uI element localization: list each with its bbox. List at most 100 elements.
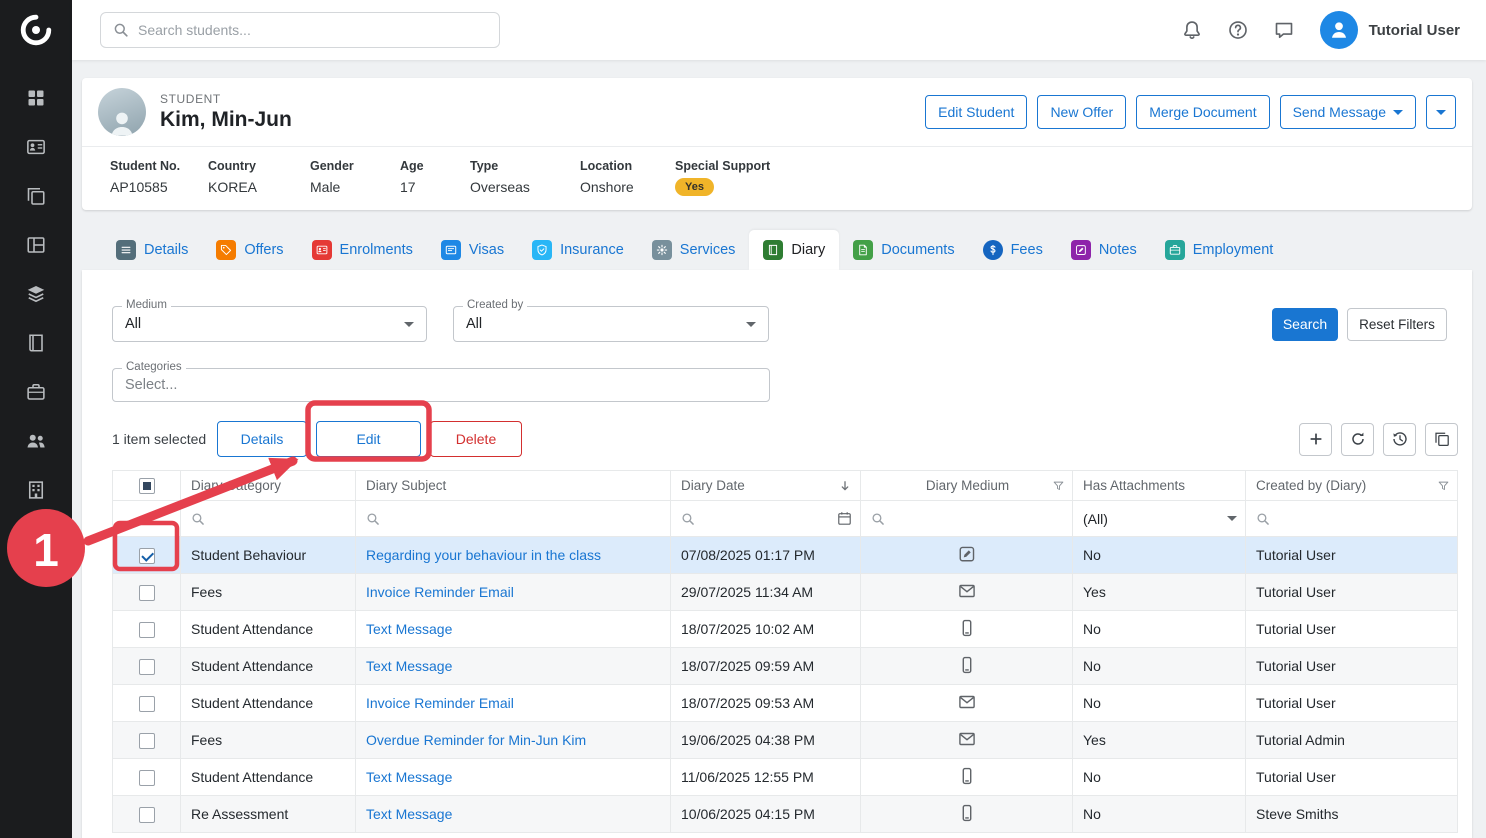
diary-subject-link[interactable]: Invoice Reminder Email [366, 584, 514, 600]
filter-funnel-icon[interactable] [1052, 479, 1065, 492]
topbar-actions: Tutorial User [1182, 11, 1460, 49]
attachments-filter-value: (All) [1083, 511, 1108, 527]
table-row[interactable]: Student BehaviourRegarding your behaviou… [113, 537, 1458, 574]
filter-funnel-icon[interactable] [1437, 479, 1450, 492]
diary-subject-link[interactable]: Text Message [366, 769, 452, 785]
history-icon [1392, 431, 1408, 447]
search-button[interactable]: Search [1272, 308, 1338, 341]
row-checkbox[interactable] [139, 585, 155, 601]
diary-subject-link[interactable]: Invoice Reminder Email [366, 695, 514, 711]
diary-subject-link[interactable]: Regarding your behaviour in the class [366, 547, 601, 563]
medium-select[interactable]: Medium All [112, 306, 427, 342]
info-value: Overseas [470, 179, 580, 195]
search-input[interactable] [138, 22, 487, 38]
row-checkbox[interactable] [139, 807, 155, 823]
tab-diary[interactable]: Diary [749, 230, 839, 270]
table-row[interactable]: Student AttendanceText Message18/07/2025… [113, 611, 1458, 648]
tab-notes[interactable]: Notes [1057, 230, 1151, 270]
row-checkbox[interactable] [139, 770, 155, 786]
send-message-button[interactable]: Send Message [1280, 95, 1416, 129]
diary-subject-link[interactable]: Text Message [366, 806, 452, 822]
column-header-diary-date[interactable]: Diary Date [671, 471, 861, 501]
categories-select[interactable]: Categories Select... [112, 368, 770, 402]
history-button[interactable] [1383, 423, 1416, 456]
filter-diary-category[interactable] [181, 501, 356, 537]
tab-fees[interactable]: Fees [969, 230, 1057, 270]
tab-services[interactable]: Services [638, 230, 750, 270]
table-row[interactable]: Student AttendanceText Message18/07/2025… [113, 648, 1458, 685]
sidebar-item-courses[interactable] [26, 333, 46, 353]
row-checkbox[interactable] [139, 548, 155, 564]
tab-visas[interactable]: Visas [427, 230, 518, 270]
tab-offers[interactable]: Offers [202, 230, 297, 270]
notifications-icon[interactable] [1182, 20, 1202, 40]
filter-diary-date[interactable] [671, 501, 861, 537]
edit-student-button[interactable]: Edit Student [925, 95, 1027, 129]
row-checkbox[interactable] [139, 622, 155, 638]
select-all-header[interactable] [113, 471, 181, 501]
sidebar-item-offers[interactable] [26, 186, 46, 206]
merge-document-button[interactable]: Merge Document [1136, 95, 1269, 129]
created-by-select[interactable]: Created by All [453, 306, 769, 342]
column-header-diary-category[interactable]: Diary Category [181, 471, 356, 501]
button-label: New Offer [1050, 104, 1113, 120]
table-row[interactable]: FeesInvoice Reminder Email29/07/2025 11:… [113, 574, 1458, 611]
tab-employment[interactable]: Employment [1151, 230, 1288, 270]
column-header-diary-medium[interactable]: Diary Medium [861, 471, 1073, 501]
envelope-icon [958, 730, 976, 748]
new-offer-button[interactable]: New Offer [1037, 95, 1126, 129]
sidebar-item-agents[interactable] [26, 431, 46, 451]
help-icon[interactable] [1228, 20, 1248, 40]
filter-diary-medium[interactable] [861, 501, 1073, 537]
search-icon [113, 22, 129, 38]
table-row[interactable]: Student AttendanceInvoice Reminder Email… [113, 685, 1458, 722]
sidebar-item-services[interactable] [26, 382, 46, 402]
refresh-button[interactable] [1341, 423, 1374, 456]
column-header-created-by[interactable]: Created by (Diary) [1246, 471, 1458, 501]
tab-insurance[interactable]: Insurance [518, 230, 638, 270]
user-name: Tutorial User [1369, 22, 1460, 39]
sidebar-item-classes[interactable] [26, 235, 46, 255]
diary-subject-link[interactable]: Overdue Reminder for Min-Jun Kim [366, 732, 586, 748]
note-icon [958, 545, 976, 563]
table-row[interactable]: Student AttendanceText Message11/06/2025… [113, 759, 1458, 796]
filter-diary-subject[interactable] [356, 501, 671, 537]
add-button[interactable] [1299, 423, 1332, 456]
sidebar-item-dashboard[interactable] [26, 88, 46, 108]
sidebar-item-students[interactable] [26, 137, 46, 157]
calendar-icon[interactable] [837, 511, 852, 526]
tab-enrolments[interactable]: Enrolments [298, 230, 427, 270]
row-checkbox[interactable] [139, 696, 155, 712]
row-checkbox[interactable] [139, 733, 155, 749]
sidebar-item-subjects[interactable] [26, 284, 46, 304]
edit-button[interactable]: Edit [316, 421, 421, 457]
column-header-has-attachments[interactable]: Has Attachments [1073, 471, 1246, 501]
tab-label: Employment [1193, 242, 1274, 258]
table-row[interactable]: FeesOverdue Reminder for Min-Jun Kim19/0… [113, 722, 1458, 759]
app-logo[interactable] [18, 12, 54, 48]
row-checkbox[interactable] [139, 659, 155, 675]
tab-details[interactable]: Details [102, 230, 202, 270]
more-actions-button[interactable] [1426, 95, 1456, 129]
reset-filters-button[interactable]: Reset Filters [1347, 308, 1447, 341]
diary-subject-link[interactable]: Text Message [366, 621, 452, 637]
messages-icon[interactable] [1274, 20, 1294, 40]
created-by-cell: Tutorial Admin [1246, 722, 1458, 759]
user-menu[interactable]: Tutorial User [1320, 11, 1460, 49]
person-icon [107, 109, 137, 136]
diary-subject-link[interactable]: Text Message [366, 658, 452, 674]
table-row[interactable]: Re AssessmentText Message10/06/2025 04:1… [113, 796, 1458, 833]
has-attachments-cell: No [1073, 685, 1246, 722]
column-header-diary-subject[interactable]: Diary Subject [356, 471, 671, 501]
sidebar-item-facilities[interactable] [26, 480, 46, 500]
select-all-checkbox[interactable] [139, 478, 155, 494]
filter-has-attachments[interactable]: (All) [1073, 501, 1246, 537]
refresh-icon [1350, 431, 1366, 447]
details-button[interactable]: Details [217, 421, 307, 457]
info-label: Location [580, 159, 675, 173]
export-button[interactable] [1425, 423, 1458, 456]
tab-documents[interactable]: Documents [839, 230, 968, 270]
has-attachments-cell: No [1073, 537, 1246, 574]
filter-created-by[interactable] [1246, 501, 1458, 537]
delete-button[interactable]: Delete [430, 421, 522, 457]
